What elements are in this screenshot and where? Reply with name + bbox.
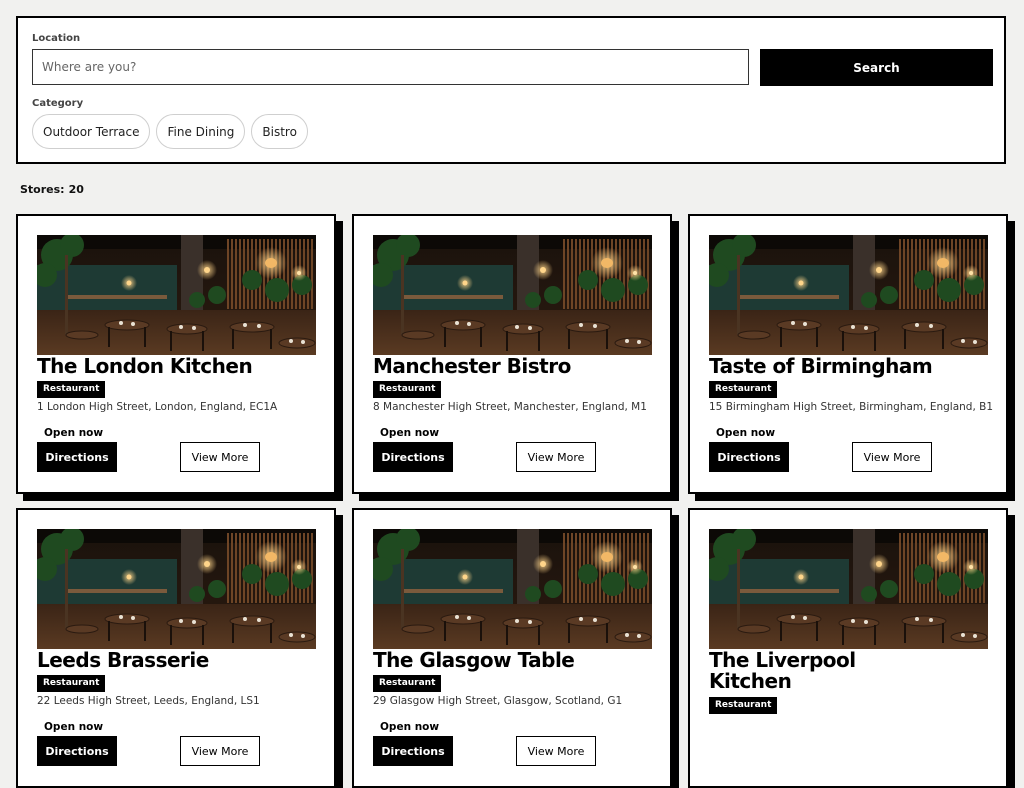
store-name: The Glasgow Table — [373, 648, 575, 672]
search-panel: Location Search Category Outdoor Terrace… — [16, 16, 1006, 164]
store-name: Taste of Birmingham — [709, 354, 933, 378]
view-more-button[interactable]: View More — [516, 736, 596, 766]
category-chip-fine-dining[interactable]: Fine Dining — [156, 114, 246, 149]
search-button[interactable]: Search — [760, 49, 993, 86]
store-count-value: 20 — [68, 183, 84, 196]
store-name: The Liverpool Kitchen — [709, 648, 856, 693]
directions-button[interactable]: Directions — [37, 736, 117, 766]
store-open-status: Open now — [716, 427, 776, 439]
store-address: 15 Birmingham High Street, Birmingham, E… — [709, 401, 994, 413]
store-address: 8 Manchester High Street, Manchester, En… — [373, 401, 647, 413]
store-name: Leeds Brasserie — [37, 648, 209, 672]
store-type-badge: Restaurant — [37, 381, 106, 398]
store-card: The London Kitchen Restaurant 1 London H… — [16, 214, 336, 494]
store-type-badge: Restaurant — [373, 675, 442, 692]
category-chips: Outdoor Terrace Fine Dining Bistro — [32, 114, 308, 149]
store-photo — [37, 235, 316, 355]
view-more-button[interactable]: View More — [852, 442, 932, 472]
location-input[interactable] — [32, 49, 749, 85]
store-count-label: Stores: — [20, 183, 65, 196]
directions-button[interactable]: Directions — [373, 736, 453, 766]
store-name: Manchester Bistro — [373, 354, 571, 378]
store-address: 1 London High Street, London, England, E… — [37, 401, 278, 413]
store-count: Stores: 20 — [20, 183, 84, 196]
category-chip-bistro[interactable]: Bistro — [251, 114, 308, 149]
directions-button[interactable]: Directions — [709, 442, 789, 472]
store-address: 29 Glasgow High Street, Glasgow, Scotlan… — [373, 695, 623, 707]
store-card: The Glasgow Table Restaurant 29 Glasgow … — [352, 508, 672, 788]
store-photo — [709, 529, 988, 649]
store-type-badge: Restaurant — [709, 381, 778, 398]
directions-button[interactable]: Directions — [373, 442, 453, 472]
location-label: Location — [32, 33, 81, 44]
store-photo — [37, 529, 316, 649]
store-type-badge: Restaurant — [709, 697, 778, 714]
store-photo — [373, 235, 652, 355]
view-more-button[interactable]: View More — [180, 736, 260, 766]
store-open-status: Open now — [44, 721, 104, 733]
view-more-button[interactable]: View More — [516, 442, 596, 472]
store-open-status: Open now — [44, 427, 104, 439]
store-type-badge: Restaurant — [37, 675, 106, 692]
store-open-status: Open now — [380, 721, 440, 733]
view-more-button[interactable]: View More — [180, 442, 260, 472]
store-open-status: Open now — [380, 427, 440, 439]
store-photo — [373, 529, 652, 649]
store-address: 22 Leeds High Street, Leeds, England, LS… — [37, 695, 260, 707]
store-card: Manchester Bistro Restaurant 8 Mancheste… — [352, 214, 672, 494]
store-type-badge: Restaurant — [373, 381, 442, 398]
directions-button[interactable]: Directions — [37, 442, 117, 472]
store-card: Taste of Birmingham Restaurant 15 Birmin… — [688, 214, 1008, 494]
store-card: Leeds Brasserie Restaurant 22 Leeds High… — [16, 508, 336, 788]
store-name: The London Kitchen — [37, 354, 253, 378]
category-chip-outdoor-terrace[interactable]: Outdoor Terrace — [32, 114, 151, 149]
category-label: Category — [32, 98, 84, 109]
store-card: The Liverpool Kitchen Restaurant — [688, 508, 1008, 788]
store-photo — [709, 235, 988, 355]
